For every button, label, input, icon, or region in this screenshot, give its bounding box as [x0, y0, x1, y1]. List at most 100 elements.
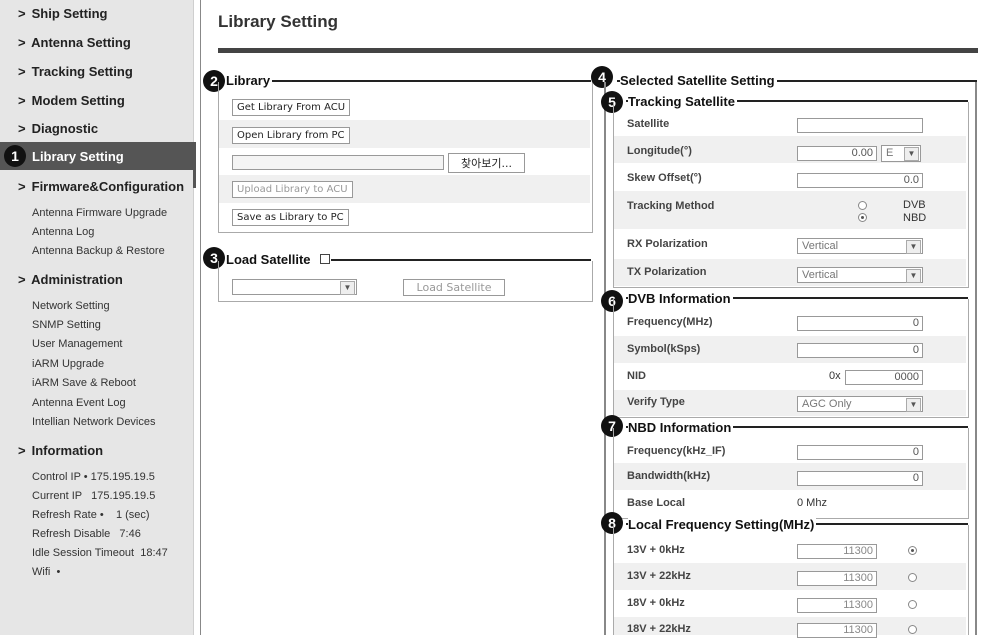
chevron-right-icon: > [18, 121, 26, 136]
info-idle-session-timeout: Idle Session Timeout 18:47 [32, 547, 168, 559]
info-control-ip: Control IP • 175.195.19.5 [32, 471, 155, 483]
info-current-ip: Current IP 175.195.19.5 [32, 490, 156, 502]
nav-diagnostic[interactable]: > Diagnostic [18, 121, 98, 136]
rx-polarization-label: RX Polarization [627, 238, 708, 250]
nav-antenna-event-log[interactable]: Antenna Event Log [32, 397, 126, 409]
callout-badge: 1 [4, 145, 26, 167]
local-freq-radio[interactable] [908, 600, 917, 609]
info-refresh-disable: Refresh Disable 7:46 [32, 528, 141, 540]
tracking-method-label: Tracking Method [627, 200, 715, 212]
nav-antenna-log[interactable]: Antenna Log [32, 226, 94, 238]
chevron-right-icon: > [18, 64, 26, 79]
title-divider [218, 48, 978, 53]
chevron-right-icon: > [18, 93, 26, 108]
selected-satellite-section-title: Selected Satellite Setting [620, 73, 777, 88]
symbol-rate-label: Symbol(kSps) [627, 343, 701, 355]
nav-firmware-configuration[interactable]: > Firmware&Configuration [18, 179, 184, 194]
nav-label: Library Setting [32, 149, 124, 164]
nav-ship-setting[interactable]: > Ship Setting [18, 6, 107, 21]
chevron-down-icon: ▼ [340, 281, 355, 295]
nav-antenna-setting[interactable]: > Antenna Setting [18, 35, 131, 50]
rx-polarization-select[interactable]: Vertical ▼ [797, 238, 923, 254]
chevron-down-icon: ▼ [906, 398, 921, 412]
satellite-input[interactable] [797, 118, 923, 133]
nav-label: Ship Setting [31, 6, 108, 21]
skew-offset-label: Skew Offset(°) [627, 172, 702, 184]
local-freq-row-label: 18V + 0kHz [627, 597, 685, 609]
tracking-method-dvb-label: DVB [903, 199, 926, 211]
longitude-direction-value: E [886, 147, 894, 159]
nav-label: Modem Setting [31, 93, 125, 108]
nav-label: Firmware&Configuration [31, 179, 185, 194]
info-refresh-rate: Refresh Rate • 1 (sec) [32, 509, 150, 521]
local-freq-input[interactable]: 11300 [797, 571, 877, 586]
local-freq-row-label: 13V + 22kHz [627, 570, 691, 582]
nav-information[interactable]: > Information [18, 443, 103, 458]
nav-intellian-network-devices[interactable]: Intellian Network Devices [32, 416, 156, 428]
longitude-direction-select[interactable]: E ▼ [881, 145, 921, 162]
local-freq-input[interactable]: 11300 [797, 544, 877, 559]
nav-antenna-backup-restore[interactable]: Antenna Backup & Restore [32, 245, 165, 257]
nav-snmp-setting[interactable]: SNMP Setting [32, 319, 101, 331]
longitude-input[interactable]: 0.00 [797, 146, 877, 161]
nav-tracking-setting[interactable]: > Tracking Setting [18, 64, 133, 79]
active-indicator [193, 142, 196, 188]
nav-network-setting[interactable]: Network Setting [32, 300, 110, 312]
verify-type-select[interactable]: AGC Only ▼ [797, 396, 923, 412]
bandwidth-input[interactable]: 0 [797, 471, 923, 486]
satellite-select[interactable]: ▼ [232, 279, 357, 295]
nav-iarm-upgrade[interactable]: iARM Upgrade [32, 358, 104, 370]
skew-offset-input[interactable]: 0.0 [797, 173, 923, 188]
base-local-value: 0 Mhz [797, 497, 827, 509]
open-library-from-pc-button[interactable]: Open Library from PC [232, 127, 350, 144]
page-title: Library Setting [218, 12, 338, 31]
load-satellite-button[interactable]: Load Satellite [403, 279, 505, 296]
nav-library-setting[interactable]: Library Setting [0, 142, 193, 170]
nav-label: Information [31, 443, 104, 458]
tx-polarization-select[interactable]: Vertical ▼ [797, 267, 923, 283]
chevron-right-icon: > [18, 443, 26, 458]
nav-label: Administration [31, 272, 123, 287]
local-freq-row-label: 18V + 22kHz [627, 623, 691, 635]
local-freq-radio[interactable] [908, 546, 917, 555]
local-freq-row-label: 13V + 0kHz [627, 544, 685, 556]
local-freq-input[interactable]: 11300 [797, 623, 877, 638]
browse-button[interactable]: 찾아보기... [448, 153, 525, 173]
nav-antenna-firmware-upgrade[interactable]: Antenna Firmware Upgrade [32, 207, 167, 219]
nav-modem-setting[interactable]: > Modem Setting [18, 93, 125, 108]
nid-label: NID [627, 370, 646, 382]
local-freq-radio[interactable] [908, 625, 917, 634]
section-left-border [604, 82, 606, 635]
tx-polarization-value: Vertical [802, 269, 839, 281]
info-wifi: Wifi • [32, 566, 61, 578]
get-library-from-acu-button[interactable]: Get Library From ACU [232, 99, 351, 116]
chevron-right-icon: > [18, 272, 26, 287]
section-right-border [975, 82, 977, 635]
local-freq-radio[interactable] [908, 573, 917, 582]
verify-type-label: Verify Type [627, 396, 685, 408]
dvb-frequency-input[interactable]: 0 [797, 316, 923, 331]
file-path-input[interactable] [232, 155, 444, 170]
local-freq-input[interactable]: 11300 [797, 598, 877, 613]
nid-input[interactable]: 0000 [845, 370, 923, 385]
upload-library-to-acu-button[interactable]: Upload Library to ACU [232, 181, 353, 198]
rx-polarization-value: Vertical [802, 240, 839, 252]
longitude-label: Longitude(°) [627, 145, 692, 157]
symbol-rate-input[interactable]: 0 [797, 343, 923, 358]
chevron-down-icon: ▼ [906, 269, 921, 283]
satellite-label: Satellite [627, 118, 670, 130]
save-as-library-to-pc-button[interactable]: Save as Library to PC [232, 209, 349, 226]
nav-iarm-save-reboot[interactable]: iARM Save & Reboot [32, 377, 136, 389]
nav-label: Tracking Setting [31, 64, 133, 79]
nav-administration[interactable]: > Administration [18, 272, 123, 287]
nbd-frequency-label: Frequency(kHz_IF) [627, 445, 726, 457]
tracking-method-nbd-radio[interactable] [858, 213, 867, 222]
chevron-right-icon: > [18, 35, 26, 50]
nav-label: Diagnostic [31, 121, 99, 136]
chevron-right-icon: > [18, 6, 26, 21]
tracking-method-dvb-radio[interactable] [858, 201, 867, 210]
nav-user-management[interactable]: User Management [32, 338, 123, 350]
nbd-frequency-input[interactable]: 0 [797, 445, 923, 460]
dvb-frequency-label: Frequency(MHz) [627, 316, 713, 328]
nid-prefix: 0x [829, 370, 841, 382]
